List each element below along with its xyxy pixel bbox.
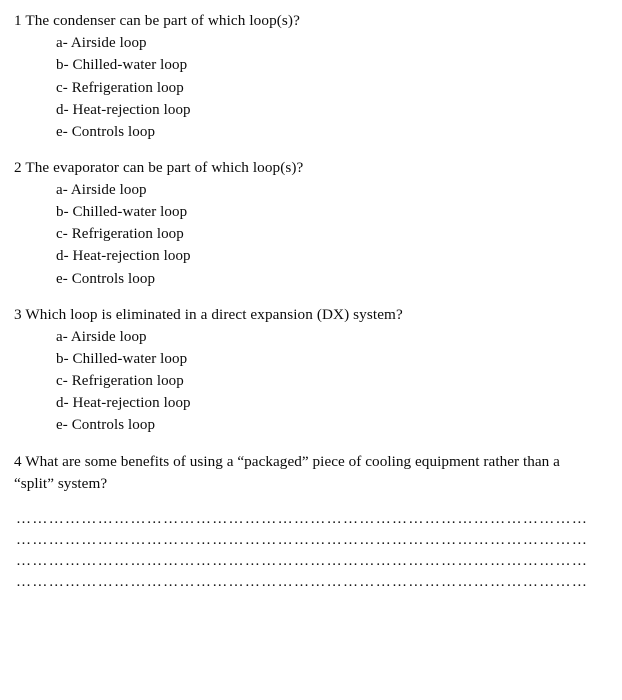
question-block-2: 2 The evaporator can be part of which lo… (14, 158, 596, 289)
question-2-option-b: b- Chilled-water loop (56, 204, 188, 221)
question-text-3: 3 Which loop is eliminated in a direct e… (14, 305, 403, 323)
question-1-option-b: b- Chilled-water loop (56, 57, 188, 74)
question-1-option-a: a- Airside loop (56, 35, 147, 52)
document-page: 1 The condenser can be part of which loo… (0, 0, 622, 700)
question-3-option-d: d- Heat-rejection loop (56, 395, 191, 412)
question-3-option-a: a- Airside loop (56, 329, 147, 346)
question-3-option-e: e- Controls loop (56, 417, 156, 434)
answer-line-4[interactable]: …………………………………………………………………………………………… (16, 571, 596, 592)
question-block-4: 4 What are some benefits of using a “pac… (14, 451, 596, 591)
question-1-option-d: d- Heat-rejection loop (56, 101, 191, 118)
question-1-option-c: c- Refrigeration loop (56, 79, 184, 96)
question-1-option-e: e- Controls loop (56, 123, 156, 140)
answer-line-1[interactable]: …………………………………………………………………………………………… (16, 508, 596, 529)
question-2-option-d: d- Heat-rejection loop (56, 248, 191, 265)
answer-line-3[interactable]: …………………………………………………………………………………………… (16, 550, 596, 571)
document-content: 1 The condenser can be part of which loo… (0, 0, 622, 592)
question-text-2: 2 The evaporator can be part of which lo… (14, 158, 304, 176)
question-2-option-e: e- Controls loop (56, 270, 156, 287)
question-block-1: 1 The condenser can be part of which loo… (14, 11, 596, 142)
question-2-option-c: c- Refrigeration loop (56, 226, 184, 243)
question-3-option-b: b- Chilled-water loop (56, 351, 188, 368)
answer-lines: …………………………………………………………………………………………… …………… (14, 508, 596, 592)
question-text-4: 4 What are some benefits of using a “pac… (14, 453, 560, 493)
answer-line-2[interactable]: …………………………………………………………………………………………… (16, 529, 596, 550)
question-3-option-c: c- Refrigeration loop (56, 373, 184, 390)
question-block-3: 3 Which loop is eliminated in a direct e… (14, 305, 596, 436)
question-2-option-a: a- Airside loop (56, 182, 147, 199)
question-text-1: 1 The condenser can be part of which loo… (14, 12, 300, 29)
